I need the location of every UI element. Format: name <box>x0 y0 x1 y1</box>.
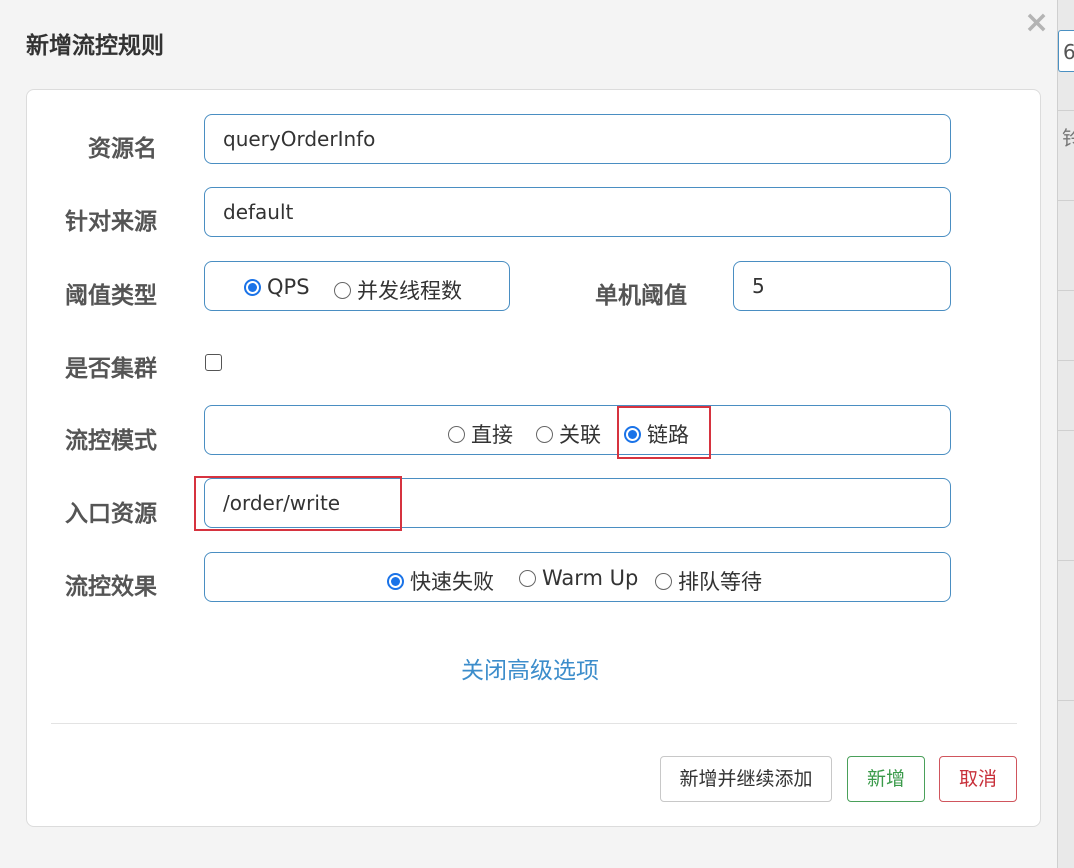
strategy-group: 直接 关联 链路 <box>204 405 951 455</box>
chain-highlight-box <box>617 406 711 459</box>
radio-checked-icon <box>244 278 261 296</box>
threshold-type-thread-radio[interactable]: 并发线程数 <box>334 275 462 305</box>
flow-rule-dialog: 新增流控规则 × 资源名 queryOrderInfo 针对来源 default… <box>0 0 1058 868</box>
threshold-type-qps-radio[interactable]: QPS <box>244 275 310 299</box>
background-input-fragment: 68 <box>1058 30 1074 72</box>
background-row-divider <box>1058 290 1074 291</box>
radio-label: 直接 <box>471 423 513 447</box>
control-behavior-label: 流控效果 <box>65 574 157 600</box>
footer-divider <box>51 723 1017 724</box>
ref-resource-highlight-box <box>194 476 402 531</box>
behavior-warm-up-radio[interactable]: Warm Up <box>519 566 638 590</box>
background-row-divider <box>1058 200 1074 201</box>
single-threshold-input[interactable]: 5 <box>733 261 951 311</box>
strategy-label: 流控模式 <box>65 428 157 454</box>
strategy-relate-radio[interactable]: 关联 <box>536 419 601 449</box>
limit-app-input[interactable]: default <box>204 187 951 237</box>
add-and-continue-button[interactable]: 新增并继续添加 <box>660 756 832 802</box>
single-threshold-label: 单机阈值 <box>595 283 687 309</box>
background-row-divider <box>1058 700 1074 701</box>
dialog-title: 新增流控规则 <box>26 33 164 59</box>
strategy-direct-radio[interactable]: 直接 <box>448 419 513 449</box>
radio-checked-icon <box>387 572 404 590</box>
background-text-fragment: 铃 <box>1062 126 1074 150</box>
cluster-mode-label: 是否集群 <box>65 356 157 382</box>
radio-unchecked-icon <box>655 572 672 590</box>
radio-unchecked-icon <box>536 425 553 443</box>
cluster-mode-checkbox[interactable] <box>205 354 222 371</box>
threshold-type-group: QPS 并发线程数 <box>204 261 510 311</box>
radio-unchecked-icon <box>334 281 351 299</box>
radio-label: Warm Up <box>542 566 639 590</box>
cancel-button[interactable]: 取消 <box>939 756 1017 802</box>
radio-label: QPS <box>267 275 310 299</box>
radio-unchecked-icon <box>519 569 536 587</box>
ref-resource-label: 入口资源 <box>65 501 157 527</box>
behavior-queue-radio[interactable]: 排队等待 <box>655 566 762 596</box>
advanced-options-toggle-link[interactable]: 关闭高级选项 <box>461 651 599 685</box>
behavior-fail-fast-radio[interactable]: 快速失败 <box>387 566 494 596</box>
close-icon[interactable]: × <box>1024 8 1049 38</box>
radio-label: 关联 <box>559 423 601 447</box>
background-row-divider <box>1058 110 1074 111</box>
form-panel: 资源名 queryOrderInfo 针对来源 default 阈值类型 QPS… <box>26 89 1041 827</box>
background-row-divider <box>1058 360 1074 361</box>
radio-label: 并发线程数 <box>357 279 462 303</box>
radio-label: 快速失败 <box>410 570 494 594</box>
resource-name-label: 资源名 <box>88 136 157 162</box>
background-row-divider <box>1058 430 1074 431</box>
limit-app-label: 针对来源 <box>65 209 157 235</box>
background-row-divider <box>1058 560 1074 561</box>
threshold-type-label: 阈值类型 <box>65 283 157 309</box>
add-button[interactable]: 新增 <box>847 756 925 802</box>
resource-name-input[interactable]: queryOrderInfo <box>204 114 951 164</box>
control-behavior-group: 快速失败 Warm Up 排队等待 <box>204 552 951 602</box>
radio-label: 排队等待 <box>678 570 762 594</box>
radio-unchecked-icon <box>448 425 465 443</box>
